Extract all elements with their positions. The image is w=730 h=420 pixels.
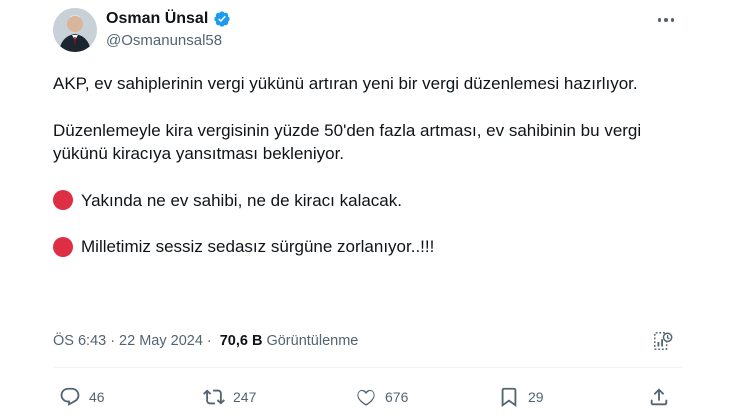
tweet-paragraph: Düzenlemeyle kira vergisinin yüzde 50'de… — [53, 120, 642, 164]
like-icon — [357, 389, 375, 406]
like-button[interactable]: 676 — [355, 386, 408, 408]
more-icon[interactable] — [655, 10, 677, 30]
retweet-count: 247 — [233, 389, 257, 405]
tweet-date[interactable]: 22 May 2024 — [119, 333, 203, 349]
red-circle-icon — [53, 190, 73, 211]
avatar-portrait-icon — [53, 8, 97, 52]
tweet-metadata: ÖS 6:43 · 22 May 2024 · 70,6 B Görüntüle… — [53, 333, 358, 349]
verified-badge-icon — [214, 11, 230, 27]
bookmark-count: 29 — [528, 389, 544, 405]
retweet-icon — [203, 389, 225, 405]
meta-separator: · — [206, 333, 212, 349]
bookmark-button[interactable]: 29 — [498, 386, 544, 408]
views-count: 70,6 B — [219, 333, 263, 349]
views-label: Görüntülenme — [266, 333, 359, 349]
tweet-card: Osman Ünsal @Osmanunsal58 AKP, ev sahipl… — [0, 0, 730, 420]
tweet-actions: 46 247 676 29 — [53, 386, 683, 412]
reply-icon — [60, 387, 80, 406]
avatar[interactable] — [53, 8, 97, 52]
share-icon — [650, 388, 668, 406]
author-name-row: Osman Ünsal — [106, 10, 231, 28]
like-count: 676 — [385, 389, 409, 405]
analytics-icon[interactable] — [652, 330, 674, 352]
reply-count: 46 — [89, 389, 105, 405]
tweet-paragraph: AKP, ev sahiplerinin vergi yükünü artıra… — [53, 74, 638, 93]
tweet-text: AKP, ev sahiplerinin vergi yükünü artıra… — [53, 72, 683, 259]
tweet-bullet: Yakında ne ev sahibi, ne de kiracı kalac… — [53, 189, 683, 213]
meta-separator: · — [110, 333, 116, 349]
bookmark-icon — [501, 387, 517, 408]
red-circle-icon — [53, 236, 73, 257]
tweet-bullet-text: Yakında ne ev sahibi, ne de kiracı kalac… — [81, 190, 402, 210]
reply-button[interactable]: 46 — [59, 386, 105, 408]
author-handle[interactable]: @Osmanunsal58 — [106, 32, 222, 49]
tweet-bullet: Milletimiz sessiz sedasız sürgüne zorlan… — [53, 235, 683, 259]
share-button[interactable] — [648, 386, 670, 408]
tweet-time[interactable]: ÖS 6:43 — [53, 333, 106, 349]
tweet-bullet-text: Milletimiz sessiz sedasız sürgüne zorlan… — [81, 237, 435, 256]
divider — [53, 367, 683, 368]
retweet-button[interactable]: 247 — [203, 386, 256, 408]
author-name[interactable]: Osman Ünsal — [106, 10, 208, 28]
